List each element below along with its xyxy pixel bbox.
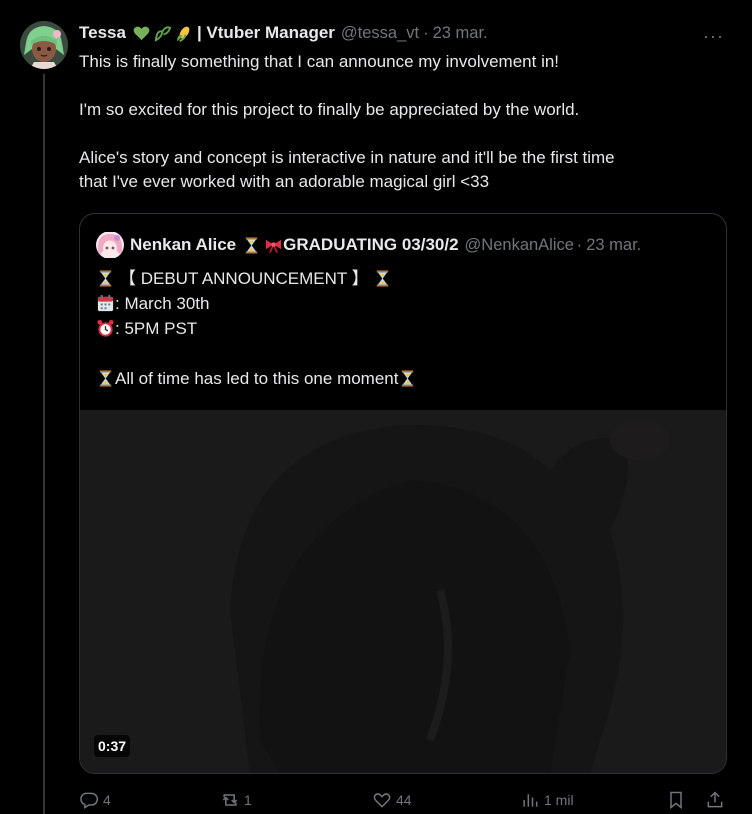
views-button[interactable]: 1 mil <box>520 790 574 810</box>
video-duration: 0:37 <box>94 735 131 757</box>
views-chart-icon <box>523 794 538 807</box>
quoted-tweet-header: Nenkan Alice GRADUATING 03/30/2 @NenkanA… <box>96 232 712 258</box>
tweet-header: Tessa | Vtuber Manager @tessa_vt · 23 ma… <box>79 22 732 44</box>
quoted-author-graduating: GRADUATING 03/30/2 <box>283 235 459 254</box>
tweet[interactable]: Tessa | Vtuber Manager @tessa_vt · 23 ma… <box>0 0 752 814</box>
tweet-line: This is finally something that I can ann… <box>79 52 560 71</box>
like-count: 44 <box>396 792 412 808</box>
video-thumbnail <box>80 410 726 773</box>
reply-icon <box>80 792 99 809</box>
quoted-author-avatar[interactable] <box>96 232 124 258</box>
share-button[interactable] <box>705 790 725 810</box>
quoted-author-name[interactable]: Nenkan Alice <box>130 235 236 255</box>
more-options-button[interactable]: ··· <box>703 26 724 47</box>
author-handle[interactable]: @tessa_vt <box>341 24 419 43</box>
hourglass-icon <box>402 370 414 387</box>
quoted-line: : March 30th <box>96 291 706 316</box>
tweet-line: Alice's story and concept is interactive… <box>79 148 615 167</box>
hourglass-icon <box>376 270 388 287</box>
calendar-icon <box>97 294 114 312</box>
author-role: | Vtuber Manager <box>196 23 335 42</box>
ribbon-icon <box>266 239 282 253</box>
repost-icon <box>222 794 238 806</box>
quoted-line: 【 DEBUT ANNOUNCEMENT 】 <box>96 266 706 291</box>
separator-dot: · <box>576 235 583 254</box>
repost-count: 1 <box>244 792 252 808</box>
tweet-text: This is finally something that I can ann… <box>79 50 719 194</box>
debut-announcement-text: 【 DEBUT ANNOUNCEMENT 】 <box>119 269 369 288</box>
tagline-text: All of time has led to this one moment <box>115 369 399 388</box>
view-count: 1 mil <box>544 792 574 808</box>
action-bar: 4 1 44 1 mil <box>79 790 727 814</box>
hourglass-icon <box>245 236 258 254</box>
bookmark-icon <box>670 791 682 810</box>
author-display-name[interactable]: Tessa <box>79 23 126 43</box>
thread-line <box>43 74 45 814</box>
reply-count: 4 <box>103 792 111 808</box>
quoted-tweet-text: 【 DEBUT ANNOUNCEMENT 】 : March 30th : 5P… <box>96 266 706 391</box>
hourglass-icon <box>99 270 112 287</box>
tweet-line: that I've ever worked with an adorable m… <box>79 172 490 191</box>
debut-time-text: : 5PM PST <box>115 319 198 338</box>
video-player[interactable]: 0:37 <box>80 410 726 773</box>
repost-button[interactable]: 1 <box>220 790 252 810</box>
tweet-line: I'm so excited for this project to final… <box>79 100 580 119</box>
green-heart-icon <box>133 26 150 40</box>
sprout-icon <box>154 25 172 42</box>
bookmark-button[interactable] <box>666 790 686 810</box>
separator-dot: · <box>423 23 429 42</box>
name-emojis <box>132 24 193 43</box>
heart-icon <box>373 793 391 808</box>
quoted-tweet[interactable]: Nenkan Alice GRADUATING 03/30/2 @NenkanA… <box>79 213 727 774</box>
debut-date-text: : March 30th <box>115 294 210 313</box>
corn-icon <box>176 26 190 42</box>
author-avatar[interactable] <box>20 21 68 69</box>
reply-button[interactable]: 4 <box>79 790 111 810</box>
alarm-clock-icon <box>97 319 114 337</box>
share-icon <box>707 791 723 808</box>
quoted-line: All of time has led to this one moment <box>96 366 706 391</box>
quoted-line: : 5PM PST <box>96 316 706 341</box>
like-button[interactable]: 44 <box>372 790 412 810</box>
quoted-author-handle[interactable]: @NenkanAlice <box>465 236 573 255</box>
tweet-date[interactable]: 23 mar. <box>433 24 488 43</box>
quoted-tweet-date[interactable]: 23 mar. <box>586 236 641 255</box>
hourglass-icon <box>99 370 112 387</box>
